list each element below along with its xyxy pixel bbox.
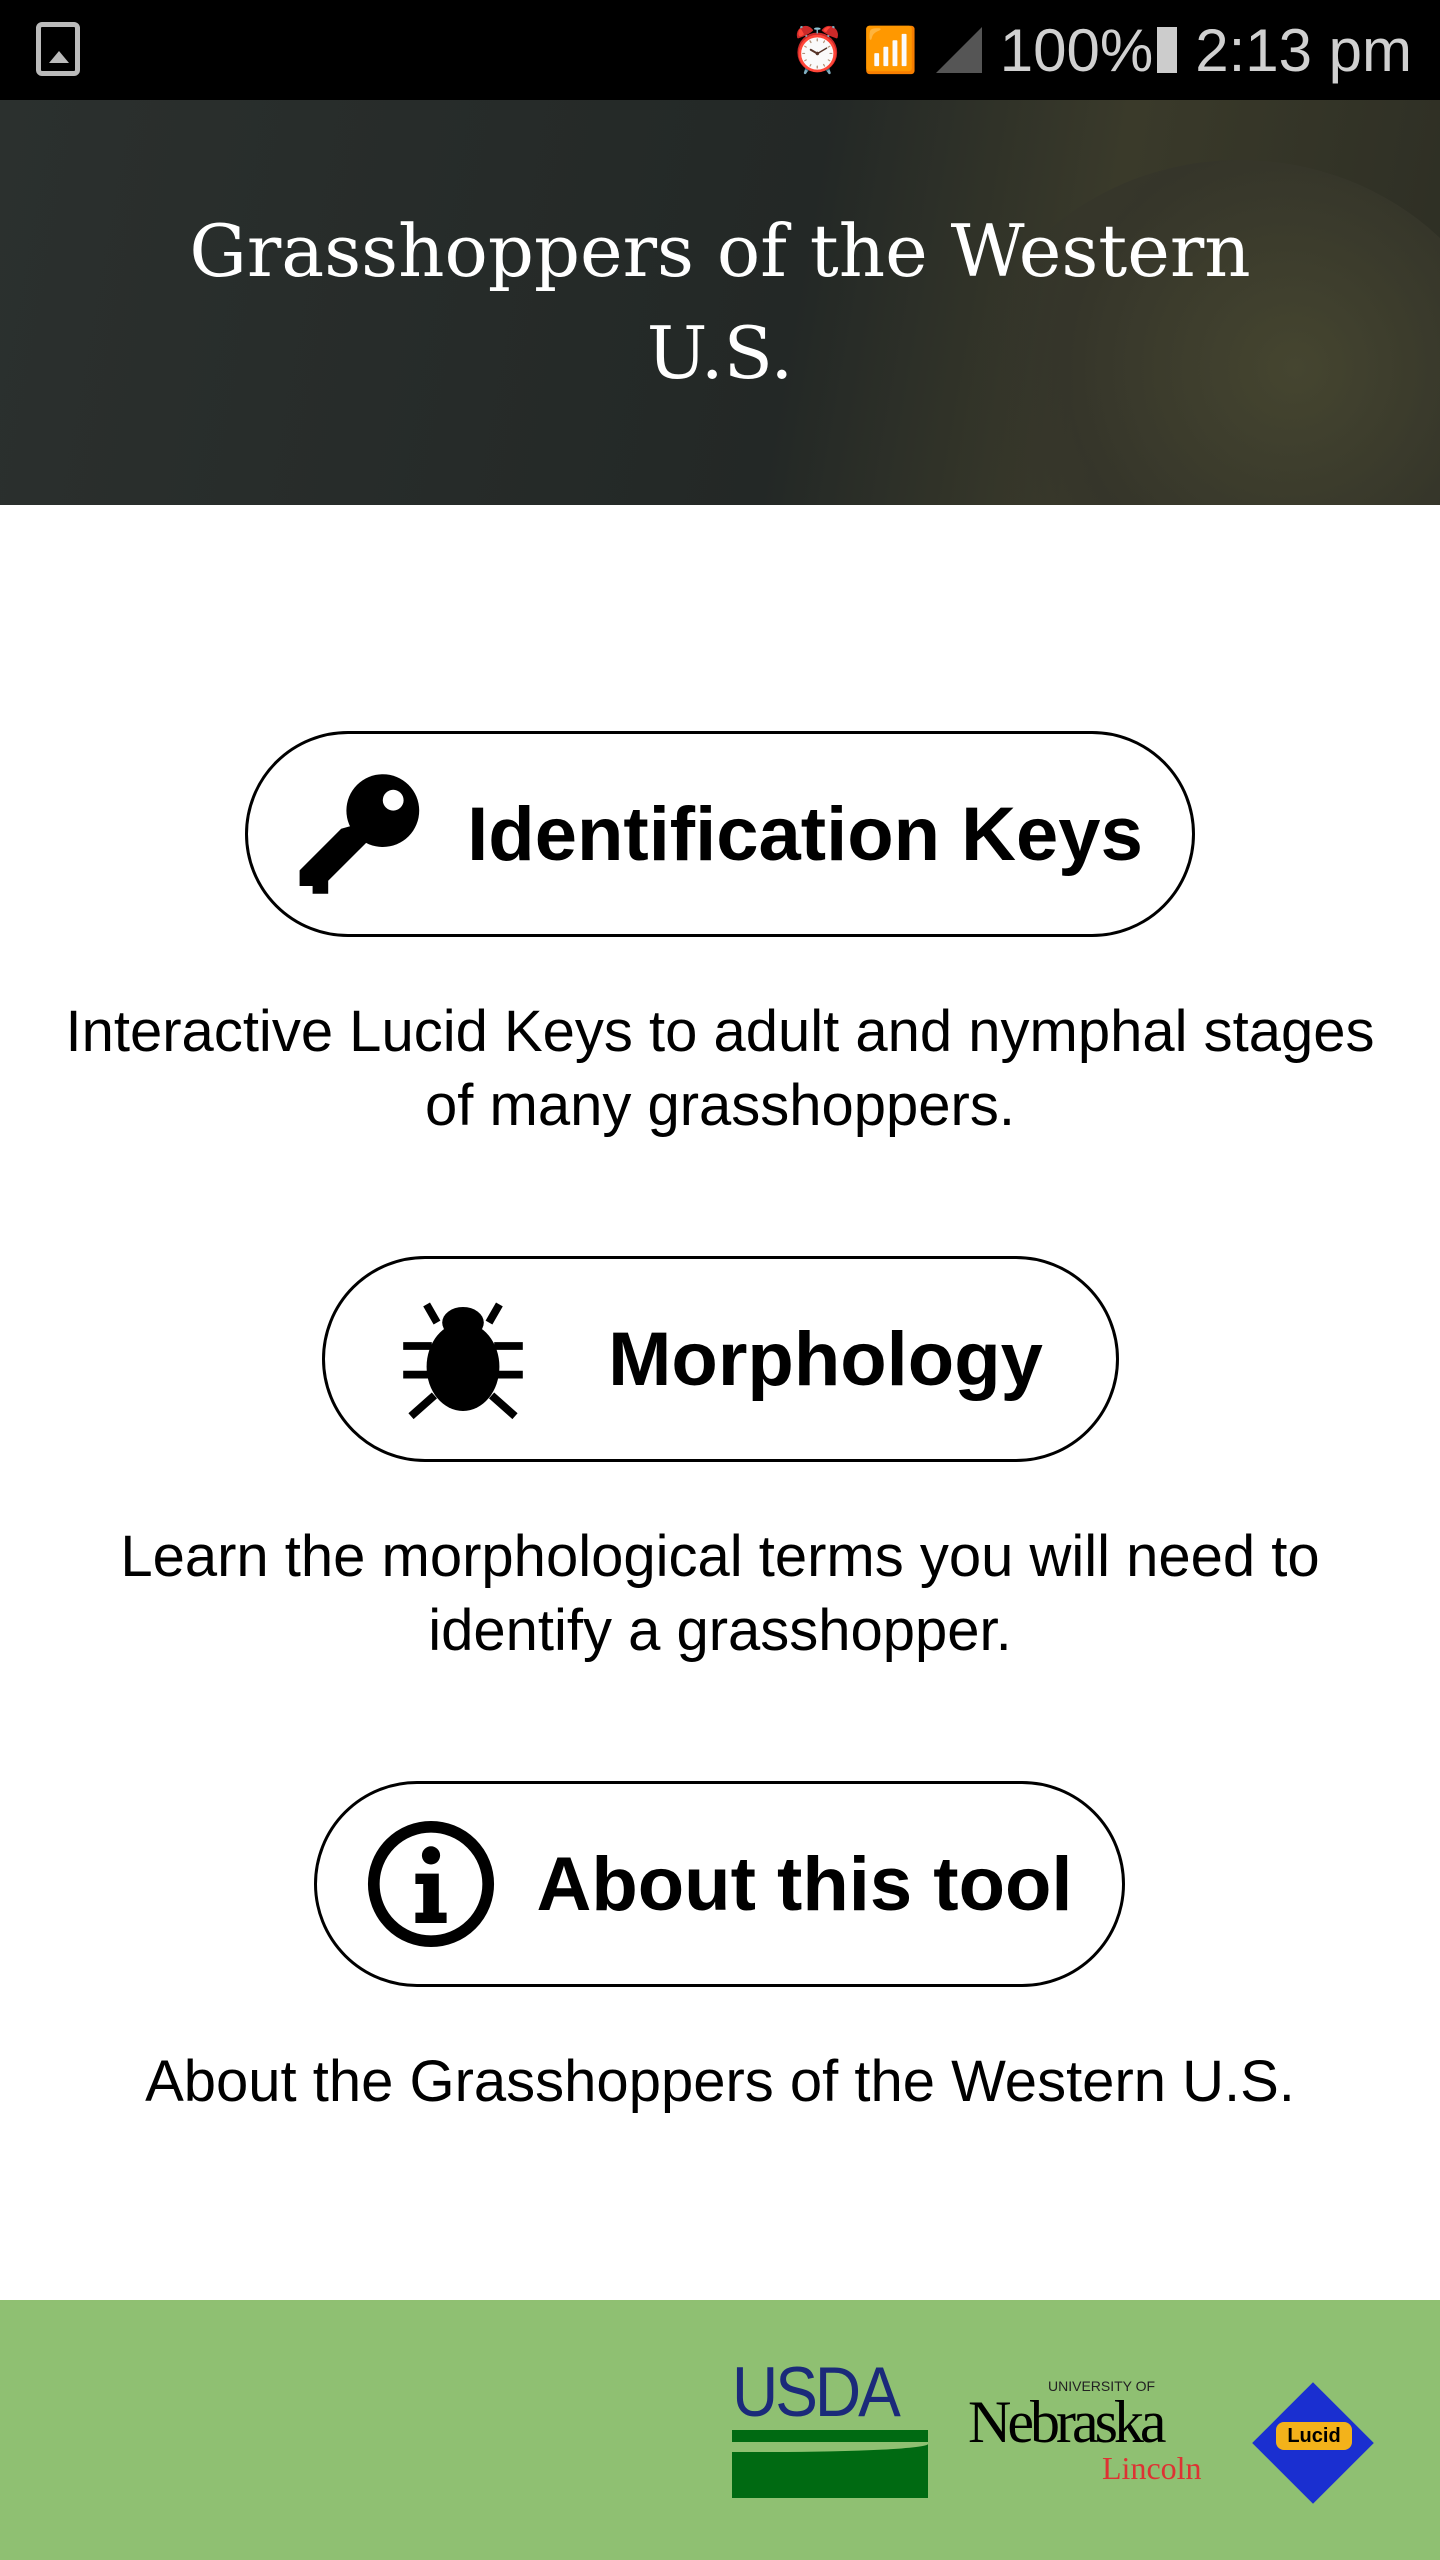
key-icon [299, 774, 420, 894]
status-bar: ⏰ 📶 100% 2:13 pm [0, 0, 1440, 100]
header-banner: Grasshoppers of the Western U.S. [0, 100, 1440, 505]
morphology-description: Learn the morphological terms you will n… [120, 1524, 1320, 1663]
nebraska-logo: UNIVERSITY OF Nebraska Lincoln [968, 2378, 1202, 2486]
gallery-icon [36, 22, 80, 76]
signal-icon [935, 27, 982, 73]
lucid-logo: Lucid [1248, 2360, 1378, 2504]
morphology-button[interactable]: Morphology [322, 1256, 1119, 1462]
identification-keys-label: Identification Keys [467, 791, 1143, 877]
app-title: Grasshoppers of the Western U.S. [189, 209, 1251, 395]
about-button[interactable]: About this tool [314, 1781, 1125, 1987]
identification-keys-description: Interactive Lucid Keys to adult and nymp… [65, 999, 1375, 1138]
usda-logo: USDA [732, 2357, 928, 2498]
alarm-icon: ⏰ [790, 26, 845, 75]
clock: 2:13 pm [1195, 16, 1412, 84]
about-description: About the Grasshoppers of the Western U.… [145, 2049, 1295, 2114]
about-label: About this tool [536, 1841, 1073, 1927]
info-icon [368, 1820, 495, 1948]
battery-level: 100% [999, 16, 1154, 84]
battery-charging-icon [1157, 27, 1178, 73]
footer-logos: USDA UNIVERSITY OF Nebraska Lincoln Luci… [0, 2300, 1440, 2560]
wifi-icon: 📶 [862, 26, 918, 75]
bug-icon [403, 1302, 523, 1420]
morphology-label: Morphology [608, 1316, 1043, 1402]
identification-keys-button[interactable]: Identification Keys [245, 731, 1195, 937]
